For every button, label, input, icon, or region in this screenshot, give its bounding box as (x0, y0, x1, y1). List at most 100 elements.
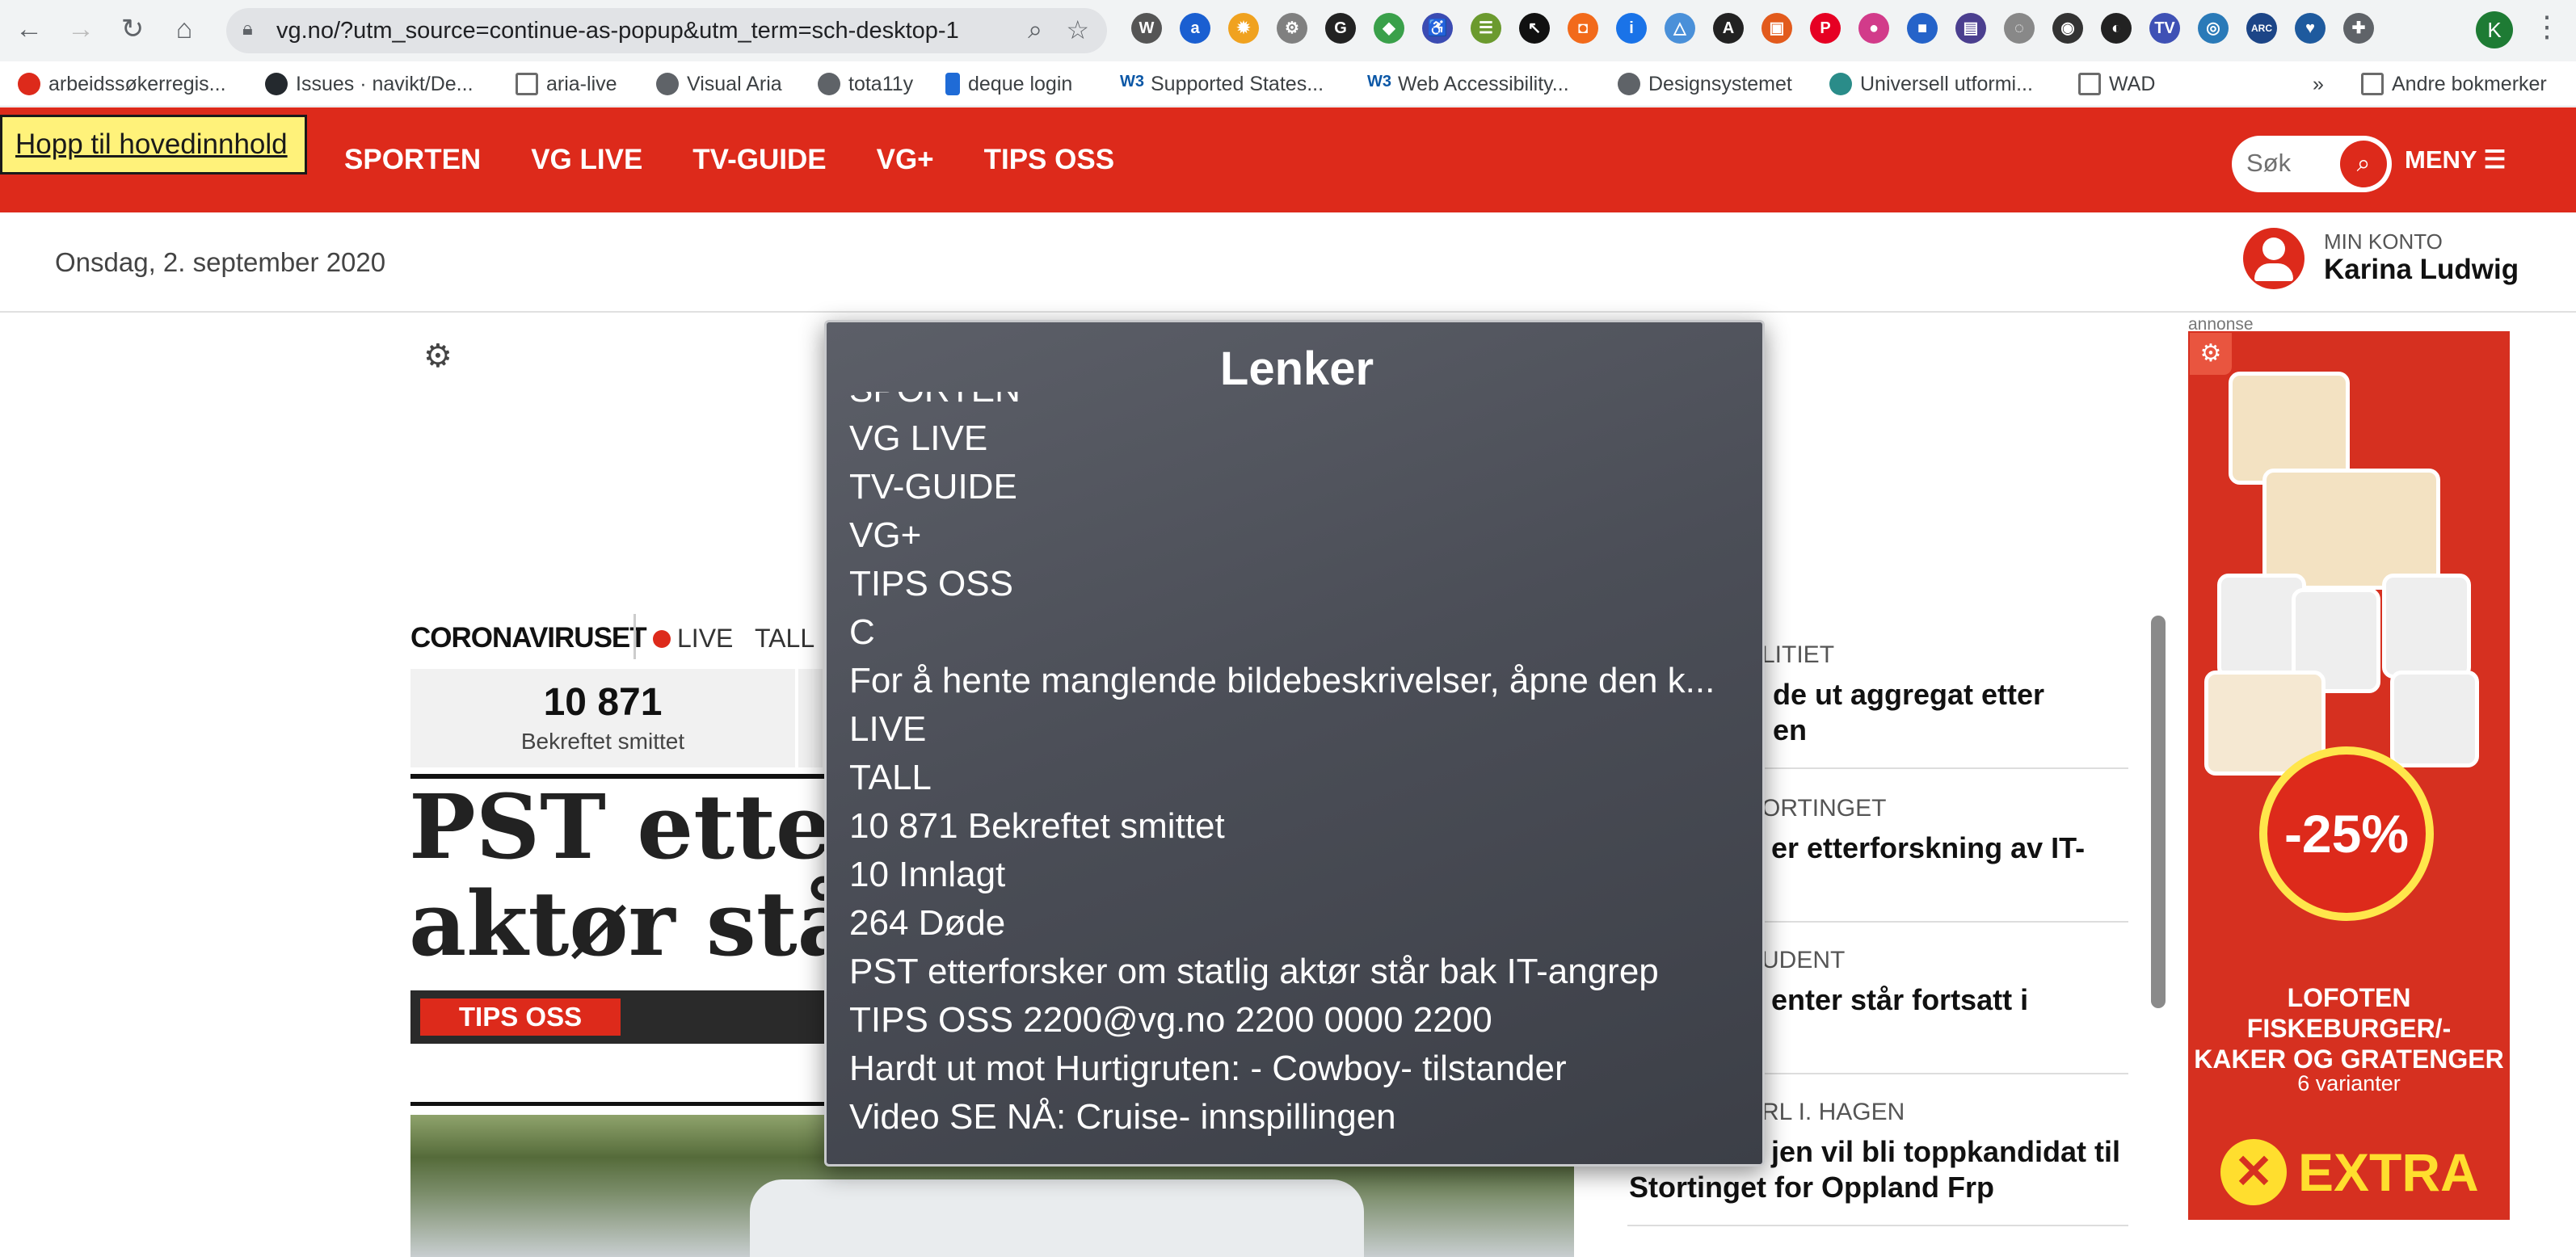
rotor-item[interactable]: TV-GUIDE (849, 463, 1746, 511)
corona-live-link[interactable]: LIVE (677, 624, 733, 654)
colorwheel-icon[interactable]: ● (1858, 13, 1889, 44)
article-title[interactable]: enter står fortsatt i (1771, 982, 2028, 1018)
search-placeholder: Søk (2246, 149, 2292, 177)
chart-ext-icon[interactable]: ▤ (1955, 13, 1986, 44)
puzzle-icon[interactable]: ✚ (2343, 13, 2374, 44)
bookmarks-overflow-icon[interactable]: » (2313, 69, 2324, 99)
extra-logo: ✕ EXTRA (2220, 1139, 2479, 1205)
rotor-item[interactable]: Video SE NÅ: Cruise- innspillingen (849, 1093, 1746, 1141)
bookmark-web-accessibility[interactable]: W3 Web Accessibility... (1367, 69, 1569, 99)
home-icon[interactable]: ⌂ (166, 11, 202, 47)
axe-icon[interactable]: a (1180, 13, 1210, 44)
rotor-item[interactable]: TALL (849, 754, 1746, 802)
menu-label: MENY (2405, 145, 2477, 174)
camera-icon[interactable]: ◉ (2052, 13, 2083, 44)
wa-icon[interactable]: A (1713, 13, 1744, 44)
nav-tv-guide[interactable]: TV-GUIDE (692, 144, 826, 176)
bookmark-star-icon[interactable]: ☆ (1066, 15, 1089, 45)
search-icon[interactable]: ⌕ (2340, 141, 2387, 187)
links-rotor[interactable]: Lenker SPORTEN VG LIVE TV-GUIDE VG+ TIPS… (824, 320, 1765, 1167)
bookmark-supported-states[interactable]: W3 Supported States... (1120, 69, 1324, 99)
rotor-item[interactable]: LIVE (849, 705, 1746, 754)
rotor-item[interactable]: Hardt ut mot Hurtigruten: - Cowboy- tils… (849, 1045, 1746, 1093)
blue-square-icon[interactable]: ■ (1907, 13, 1938, 44)
stat-confirmed[interactable]: 10 871 Bekreftet smittet (410, 669, 795, 767)
advertisement[interactable]: -25% LOFOTEN FISKEBURGER/- KAKER OG GRAT… (2188, 331, 2510, 1220)
pinterest-icon[interactable]: P (1810, 13, 1841, 44)
zoom-icon[interactable]: ⌕ (1028, 15, 1042, 45)
account-icon[interactable] (2243, 228, 2305, 289)
account-name[interactable]: Karina Ludwig (2324, 254, 2519, 286)
g-icon[interactable]: G (1325, 13, 1356, 44)
ad-settings-icon[interactable]: ⚙ (2190, 333, 2232, 375)
main-headline[interactable]: PST etterf aktør står (409, 779, 829, 973)
rotor-item[interactable]: For å hente manglende bildebeskrivelser,… (849, 657, 1746, 705)
address-bar[interactable]: 🔒︎ vg.no/?utm_source=continue-as-popup&u… (226, 8, 1107, 53)
ladder-icon[interactable]: ☰ (1471, 13, 1501, 44)
bookmark-aria-live[interactable]: aria-live (516, 69, 617, 99)
skip-link[interactable]: Hopp til hovedinnhold (0, 115, 307, 174)
deque-icon (945, 73, 960, 95)
article-title[interactable]: de ut aggregat etter en (1773, 677, 2044, 748)
forward-icon[interactable]: → (63, 11, 99, 47)
corona-tall-link[interactable]: TALL (755, 624, 814, 654)
bookmark-deque[interactable]: deque login (945, 69, 1072, 99)
rotor-item[interactable]: VG LIVE (849, 414, 1746, 463)
bookmark-designsystemet[interactable]: Designsystemet (1618, 69, 1792, 99)
rotor-item[interactable]: 10 Innlagt (849, 851, 1746, 899)
a11y-icon[interactable]: ♿ (1422, 13, 1453, 44)
other-bookmarks[interactable]: Andre bokmerker (2361, 69, 2547, 99)
bookmark-arbeidssoker[interactable]: arbeidssøkerregis... (18, 69, 226, 99)
arc-icon[interactable]: ARC (2246, 13, 2277, 44)
bookmark-visual-aria[interactable]: Visual Aria (656, 69, 782, 99)
bookmark-issues[interactable]: Issues · navikt/De... (265, 69, 474, 99)
ring-icon[interactable]: ◌ (2004, 13, 2035, 44)
bookmark-universell[interactable]: Universell utformi... (1829, 69, 2033, 99)
triangle-icon[interactable]: △ (1665, 13, 1695, 44)
reload-icon[interactable]: ↻ (115, 11, 150, 47)
rotor-item[interactable]: SPORTEN (849, 392, 1746, 414)
ad-title-line: KAKER OG GRATENGER (2194, 1045, 2504, 1074)
bookmark-tota11y[interactable]: tota11y (818, 69, 913, 99)
product-image (2390, 671, 2479, 767)
article-title[interactable]: er etterforskning av IT- (1771, 830, 2085, 866)
rotor-list: SPORTEN VG LIVE TV-GUIDE VG+ TIPS OSS C … (849, 392, 1746, 1164)
orange-ext-icon[interactable]: ◘ (1568, 13, 1598, 44)
colors-icon[interactable]: ◆ (1374, 13, 1404, 44)
rotor-item[interactable]: 264 Døde (849, 899, 1746, 948)
tv-ext-icon[interactable]: TV (2149, 13, 2180, 44)
cursor-icon[interactable]: ↖ (1519, 13, 1550, 44)
wordpress-icon[interactable]: W (1131, 13, 1162, 44)
nav-vg-live[interactable]: VG LIVE (531, 144, 642, 176)
menu-button[interactable]: MENY ☰ (2405, 145, 2506, 174)
tips-oss-button[interactable]: TIPS OSS (420, 998, 621, 1036)
gear-icon[interactable]: ⚙ (423, 338, 452, 375)
page-scrollbar[interactable] (2151, 616, 2166, 1008)
info-icon[interactable]: i (1616, 13, 1647, 44)
profile-avatar[interactable]: K (2476, 11, 2513, 48)
nav-sporten[interactable]: SPORTEN (344, 144, 481, 176)
bookmark-label: WAD (2109, 72, 2156, 95)
settings-icon[interactable]: ✹ (1228, 13, 1259, 44)
rotor-item[interactable]: TIPS OSS (849, 560, 1746, 608)
bookmark-wad[interactable]: WAD (2078, 69, 2155, 99)
rotor-item[interactable]: PST etterforsker om statlig aktør står b… (849, 948, 1746, 996)
nav-vg-plus[interactable]: VG+ (877, 144, 934, 176)
nav-tips-oss[interactable]: TIPS OSS (984, 144, 1114, 176)
target-icon[interactable]: ◎ (2198, 13, 2229, 44)
back-icon[interactable]: ← (11, 11, 47, 47)
account-label[interactable]: MIN KONTO (2324, 229, 2443, 254)
rotor-item[interactable]: TIPS OSS 2200@vg.no 2200 0000 2200 (849, 996, 1746, 1045)
rotor-item[interactable]: 10 871 Bekreftet smittet (849, 802, 1746, 851)
corona-title[interactable]: CORONAVIRUSET (410, 622, 647, 654)
search-input[interactable]: Søk ⌕ (2232, 136, 2392, 192)
rotor-item[interactable]: VG+ (849, 511, 1746, 560)
gear-ext-icon[interactable]: ⚙ (1277, 13, 1307, 44)
lock-ext-icon[interactable]: ▣ (1762, 13, 1792, 44)
extra-x-icon: ✕ (2220, 1139, 2287, 1205)
rotor-item[interactable]: C (849, 608, 1746, 657)
browser-menu-icon[interactable]: ⋮ (2532, 10, 2561, 44)
url-text[interactable]: vg.no/?utm_source=continue-as-popup&utm_… (276, 18, 959, 44)
heart-ext-icon[interactable]: ♥ (2295, 13, 2326, 44)
contrast-icon[interactable]: ◐ (2101, 13, 2132, 44)
